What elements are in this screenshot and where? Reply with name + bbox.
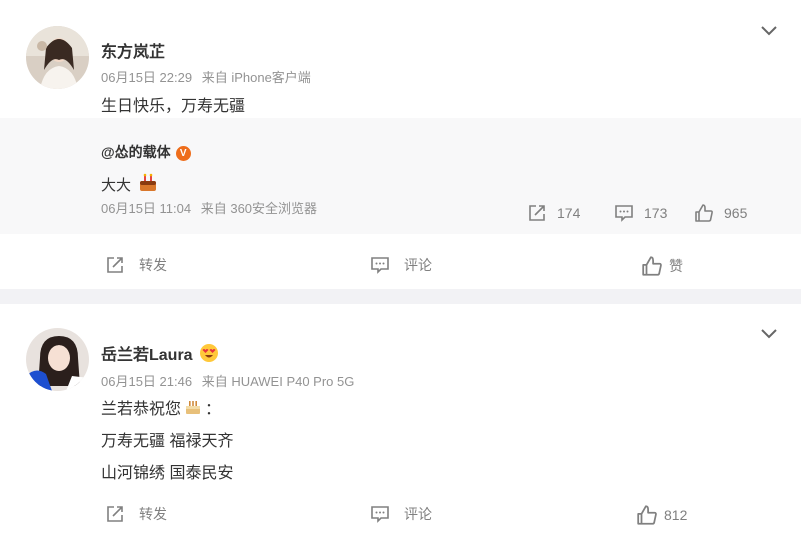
post-source: 来自 iPhone客户端 [201, 70, 311, 85]
comment-count: 173 [644, 205, 668, 221]
repost-time[interactable]: 06月15日 11:04 [101, 201, 191, 216]
post-line-2: 万寿无疆 福禄天齐 [101, 433, 234, 450]
forward-label: 转发 [139, 506, 167, 522]
comment-label: 评论 [404, 506, 432, 522]
repost-like-stat[interactable]: 965 [694, 202, 747, 224]
comment-icon [615, 205, 633, 222]
comment-button[interactable]: 评论 [370, 502, 432, 526]
repost-author-line: @怂的载体 V [101, 142, 191, 162]
share-icon [107, 257, 123, 273]
feed-card-1: 东方岚芷 06月15日 22:29 来自 iPhone客户端 生日快乐，万寿无疆… [0, 0, 801, 289]
thumbs-up-icon [637, 505, 657, 525]
repost-comment-stat[interactable]: 173 [614, 202, 667, 224]
post-line-1-text: 兰若恭祝您 [101, 401, 182, 418]
thumbs-up-icon [695, 204, 713, 222]
post-meta: 06月15日 21:46 来自 HUAWEI P40 Pro 5G [101, 371, 360, 390]
like-button[interactable]: 赞 [641, 254, 683, 278]
thumbs-up-icon [642, 256, 662, 276]
forward-count: 174 [557, 205, 581, 221]
comment-label: 评论 [404, 257, 432, 273]
comment-icon [371, 506, 389, 523]
repost-author[interactable]: @怂的载体 [101, 144, 171, 160]
post-line-1: 兰若恭祝您 ： [101, 395, 221, 419]
repost-source: 来自 360安全浏览器 [200, 201, 318, 216]
like-count: 965 [724, 205, 748, 221]
repost-block[interactable]: @怂的载体 V 大大 06月15日 11:04 来自 360安全浏览器 174 [0, 118, 801, 234]
author-name-line: 岳兰若Laura [101, 341, 219, 365]
forward-button[interactable]: 转发 [105, 253, 167, 277]
like-button[interactable]: 812 [636, 503, 687, 527]
comment-button[interactable]: 评论 [370, 253, 432, 277]
post-source: 来自 HUAWEI P40 Pro 5G [201, 374, 355, 389]
post-time[interactable]: 06月15日 21:46 [101, 374, 192, 389]
post-meta: 06月15日 22:29 来自 iPhone客户端 [101, 67, 317, 86]
chevron-down-icon[interactable] [760, 324, 778, 342]
post-line-3: 山河锦绣 国泰民安 [101, 465, 234, 482]
forward-button[interactable]: 转发 [105, 502, 167, 526]
verified-badge-icon: V [175, 146, 191, 161]
chevron-down-icon[interactable] [760, 21, 778, 39]
author-name[interactable]: 岳兰若Laura [101, 347, 193, 364]
repost-forward-stat[interactable]: 174 [527, 202, 580, 224]
cake-icon [186, 401, 201, 414]
post-line-1-colon: ： [205, 401, 222, 418]
author-name[interactable]: 东方岚芷 [101, 38, 165, 62]
author-avatar[interactable] [26, 328, 89, 391]
post-text: 生日快乐，万寿无疆 [101, 98, 246, 115]
feed-card-2: 岳兰若Laura 06月15日 21:46 来自 HUAWEI P40 Pro … [0, 304, 801, 538]
like-label: 赞 [669, 258, 683, 274]
repost-text-line: 大大 [101, 172, 159, 195]
share-icon [529, 205, 545, 221]
repost-text: 大大 [101, 177, 132, 194]
forward-label: 转发 [139, 257, 167, 273]
love-face-icon [200, 344, 219, 362]
share-icon [107, 506, 123, 522]
author-avatar[interactable] [26, 26, 89, 89]
repost-meta: 06月15日 11:04 来自 360安全浏览器 [101, 198, 323, 217]
like-count: 812 [664, 507, 688, 523]
comment-icon [371, 257, 389, 274]
post-time[interactable]: 06月15日 22:29 [101, 70, 192, 85]
cake-icon [140, 173, 157, 191]
